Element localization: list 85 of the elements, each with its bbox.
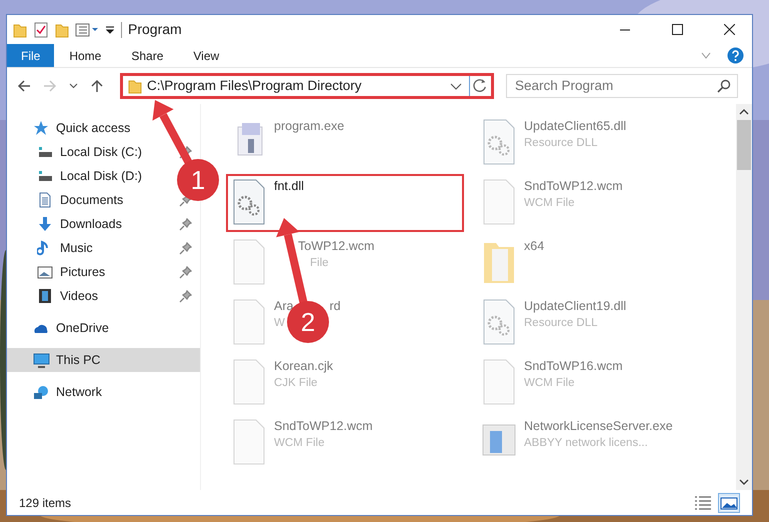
details-icon bbox=[694, 494, 712, 510]
search-icon[interactable] bbox=[717, 79, 731, 93]
download-icon bbox=[37, 216, 54, 232]
file-name: NetworkLicenseServer.exe bbox=[524, 419, 673, 435]
window-title: Program bbox=[128, 20, 182, 39]
picture-icon bbox=[37, 264, 54, 280]
pin-icon[interactable] bbox=[179, 290, 192, 302]
blank-file-icon bbox=[232, 299, 266, 345]
sidebar-item[interactable]: This PC bbox=[7, 348, 200, 372]
sidebar-item[interactable]: Network bbox=[7, 380, 106, 404]
blank-file-icon bbox=[232, 419, 266, 465]
item-count: 129 items bbox=[19, 494, 72, 512]
gears-file-icon bbox=[232, 179, 266, 225]
customize-icon[interactable] bbox=[105, 24, 115, 34]
pin-icon[interactable] bbox=[179, 266, 192, 278]
folder-icon bbox=[127, 78, 143, 94]
file-type: CJK File bbox=[274, 376, 318, 391]
file-name: fnt.dll bbox=[274, 179, 304, 195]
ribbon-tab[interactable]: File bbox=[7, 44, 54, 67]
left-arrow-icon bbox=[17, 79, 31, 93]
scroll-up-icon[interactable] bbox=[739, 108, 749, 116]
help-icon[interactable] bbox=[727, 47, 744, 64]
file-type: WCM File bbox=[524, 196, 574, 211]
caret-icon bbox=[69, 83, 78, 89]
film-icon bbox=[37, 288, 54, 304]
file-name: x64 bbox=[524, 239, 544, 255]
file-type: ABBYY network licens... bbox=[524, 436, 648, 451]
sidebar-item[interactable]: Pictures bbox=[7, 260, 110, 284]
blank-file-icon bbox=[232, 239, 266, 285]
sidebar-item[interactable]: Music bbox=[7, 236, 97, 260]
file-name: Ara bbox=[274, 299, 294, 315]
file-name: UpdateClient65.dll bbox=[524, 119, 626, 135]
file-name: Korean.cjk bbox=[274, 359, 334, 375]
picture-icon bbox=[720, 494, 738, 510]
search-box[interactable]: Search Program bbox=[506, 74, 738, 98]
star-icon bbox=[33, 120, 50, 136]
drive-icon bbox=[37, 144, 54, 160]
large-icons-view-button[interactable] bbox=[718, 492, 740, 512]
ribbon-tab[interactable]: Share bbox=[116, 44, 178, 67]
scrollbar[interactable] bbox=[736, 104, 752, 490]
file-type: File bbox=[310, 256, 329, 271]
file-name: SndToWP12.wcm bbox=[524, 179, 623, 195]
drive-icon bbox=[37, 168, 54, 184]
sidebar-item[interactable]: Local Disk (D:) bbox=[7, 164, 146, 188]
file-name: program.exe bbox=[274, 119, 344, 135]
file-name: ToWP12.wcm bbox=[298, 239, 374, 255]
blank-file-icon bbox=[232, 359, 266, 405]
sidebar-item[interactable]: Local Disk (C:) bbox=[7, 140, 146, 164]
pin-icon[interactable] bbox=[179, 146, 192, 158]
sidebar-item[interactable]: OneDrive bbox=[7, 316, 113, 340]
file-name: UpdateClient19.dll bbox=[524, 299, 626, 315]
file-type: Resource DLL bbox=[524, 316, 598, 331]
sidebar-item[interactable]: Documents bbox=[7, 188, 128, 212]
gears-file-icon bbox=[482, 119, 516, 165]
file-type: W bbox=[274, 316, 285, 331]
maximize-icon bbox=[672, 24, 682, 35]
file-name: SndToWP12.wcm bbox=[274, 419, 373, 435]
step-badge: 1 bbox=[177, 159, 219, 201]
up-arrow-icon bbox=[90, 79, 104, 93]
file-name: rd bbox=[329, 299, 341, 315]
scroll-down-icon[interactable] bbox=[739, 478, 749, 486]
ribbon-tab[interactable]: View bbox=[178, 44, 234, 67]
properties-icon[interactable] bbox=[33, 22, 49, 38]
blank-file-icon bbox=[482, 359, 516, 405]
scrollbar-thumb[interactable] bbox=[737, 120, 751, 170]
file-type: WCM File bbox=[274, 436, 324, 451]
monitor-icon bbox=[33, 352, 50, 368]
address-bar[interactable]: C:\Program Files\Program Directory bbox=[120, 73, 494, 99]
right-arrow-icon bbox=[43, 79, 57, 93]
annotation-arrow bbox=[152, 100, 192, 164]
sidebar-item[interactable]: Downloads bbox=[7, 212, 126, 236]
pin-icon[interactable] bbox=[179, 218, 192, 230]
network-icon bbox=[33, 384, 50, 400]
file-type: Resource DLL bbox=[524, 136, 598, 151]
pin-icon[interactable] bbox=[179, 242, 192, 254]
close-icon bbox=[724, 24, 734, 35]
file-type: WCM File bbox=[524, 376, 574, 391]
ribbon-tab[interactable]: Home bbox=[54, 44, 116, 67]
view-menu-icon[interactable] bbox=[75, 22, 99, 36]
blank-file-icon bbox=[482, 179, 516, 225]
file-name: SndToWP16.wcm bbox=[524, 359, 623, 375]
gears-file-icon bbox=[482, 299, 516, 345]
sidebar-item[interactable]: Videos bbox=[7, 284, 102, 308]
sidebar-item[interactable]: Quick access bbox=[7, 116, 134, 140]
chevron-icon[interactable] bbox=[701, 52, 711, 60]
